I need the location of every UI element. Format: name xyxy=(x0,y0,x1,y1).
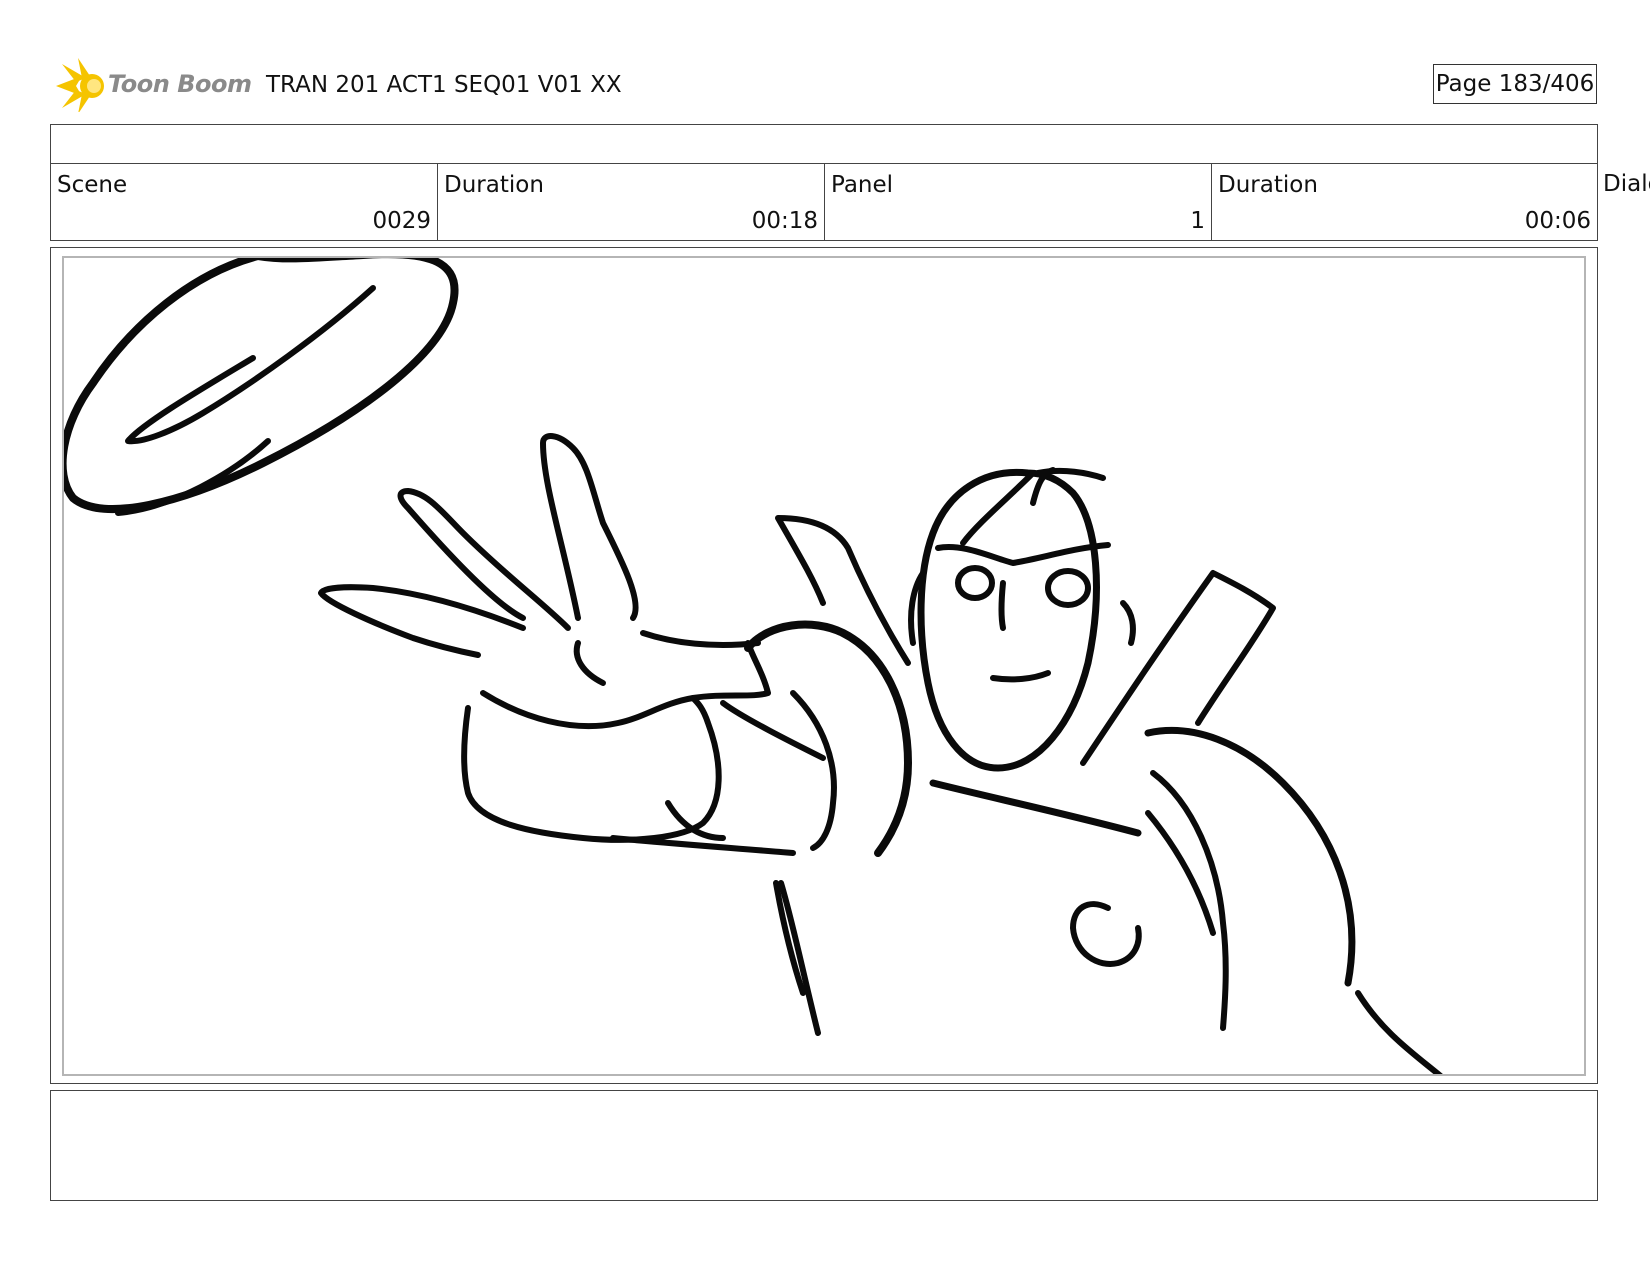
scene-cell: Scene 0029 xyxy=(51,164,438,240)
toon-boom-logo: Toon Boom xyxy=(52,56,252,116)
storyboard-panel xyxy=(50,247,1598,1084)
toon-boom-star-icon xyxy=(56,58,104,112)
panel-duration-value: 00:06 xyxy=(1524,208,1591,234)
scene-duration-cell: Duration 00:18 xyxy=(438,164,825,240)
scene-duration-value: 00:18 xyxy=(751,208,818,234)
panel-duration-cell: Duration 00:06 xyxy=(1212,164,1597,240)
document-title: TRAN 201 ACT1 SEQ01 V01 XX xyxy=(266,72,622,98)
page-indicator: Page 183/406 xyxy=(1433,64,1597,104)
panel-value: 1 xyxy=(1190,208,1205,234)
scene-duration-label: Duration xyxy=(444,172,544,198)
dialog-label: Dialog xyxy=(1603,171,1650,197)
panel-cell: Panel 1 xyxy=(825,164,1212,240)
header-strip xyxy=(50,124,1598,163)
notes-box xyxy=(50,1090,1598,1201)
logo-text: Toon Boom xyxy=(108,70,252,98)
panel-duration-label: Duration xyxy=(1218,172,1318,198)
scene-info-table: Scene 0029 Duration 00:18 Panel 1 Durati… xyxy=(50,163,1598,241)
scene-label: Scene xyxy=(57,172,128,198)
storyboard-sketch xyxy=(64,258,1443,1074)
panel-label: Panel xyxy=(831,172,894,198)
panel-image-area xyxy=(62,256,1586,1076)
scene-value: 0029 xyxy=(372,208,431,234)
